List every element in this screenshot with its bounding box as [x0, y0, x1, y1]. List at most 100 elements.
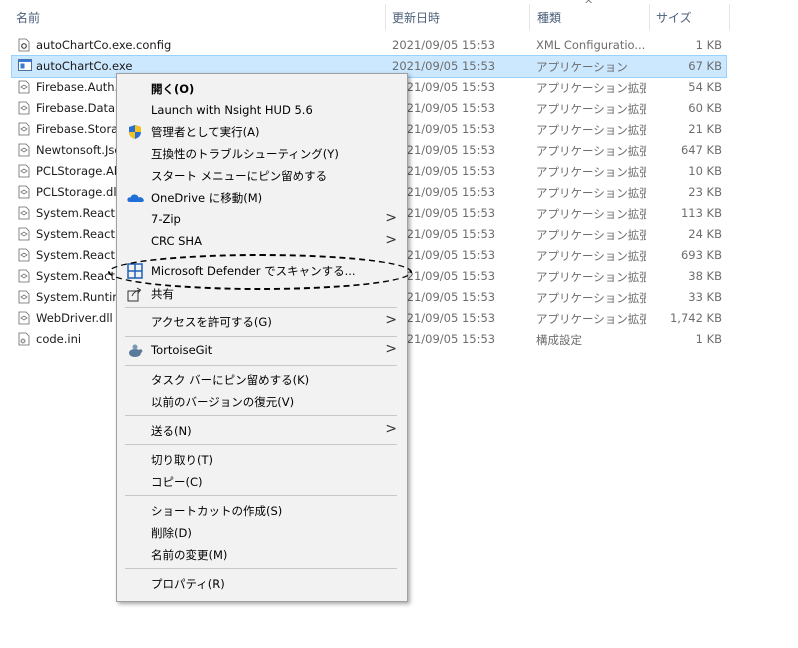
menu-item-label: 共有	[151, 287, 174, 301]
file-date: 2021/09/05 15:53	[392, 122, 496, 136]
column-name-header[interactable]: 名前	[16, 9, 40, 26]
column-size-header[interactable]: サイズ	[656, 9, 692, 26]
file-size: 60 KB	[688, 101, 722, 115]
dll-file-icon	[18, 311, 30, 325]
menu-item-restore-version[interactable]: 以前のバージョンの復元(V)	[117, 391, 407, 412]
menu-item-troubleshoot[interactable]: 互換性のトラブルシューティング(Y)	[117, 143, 407, 164]
dll-file-icon	[18, 164, 30, 178]
file-type: アプリケーション拡張	[536, 228, 646, 242]
dll-file-icon	[18, 122, 30, 136]
dll-file-icon	[18, 143, 30, 157]
menu-item-onedrive[interactable]: OneDrive に移動(M)	[117, 187, 407, 208]
dll-file-icon	[18, 290, 30, 304]
menu-item-label: 以前のバージョンの復元(V)	[151, 395, 295, 409]
menu-separator	[125, 365, 397, 366]
menu-item-delete[interactable]: 削除(D)	[117, 522, 407, 543]
file-type: アプリケーション拡張	[536, 186, 646, 200]
file-size: 1 KB	[695, 332, 722, 346]
column-date-header[interactable]: 更新日時	[392, 9, 440, 26]
menu-item-label: 互換性のトラブルシューティング(Y)	[151, 147, 339, 161]
file-size: 24 KB	[688, 227, 722, 241]
menu-item-label: 送る(N)	[151, 424, 192, 438]
file-size: 647 KB	[680, 143, 722, 157]
file-size: 33 KB	[688, 290, 722, 304]
menu-item-label: アクセスを許可する(G)	[151, 315, 272, 329]
file-type: アプリケーション拡張	[536, 270, 646, 284]
file-type: アプリケーション拡張	[536, 102, 646, 116]
file-row[interactable]: autoChartCo.exe.config 2021/09/05 15:53 XM…	[12, 35, 726, 56]
file-size: 38 KB	[688, 269, 722, 283]
defender-shield-icon	[127, 263, 143, 279]
file-date: 2021/09/05 15:53	[392, 59, 496, 73]
menu-item-pin-start[interactable]: スタート メニューにピン留めする	[117, 165, 407, 186]
file-size: 23 KB	[688, 185, 722, 199]
column-divider[interactable]	[529, 4, 530, 30]
menu-item-copy[interactable]: コピー(C)	[117, 471, 407, 492]
menu-item-run-as-admin[interactable]: 管理者として実行(A)	[117, 121, 407, 142]
file-date: 2021/09/05 15:53	[392, 248, 496, 262]
file-size: 1 KB	[695, 38, 722, 52]
column-divider[interactable]	[385, 4, 386, 30]
menu-item-label: 切り取り(T)	[151, 453, 213, 467]
menu-item-nsight[interactable]: Launch with Nsight HUD 5.6	[117, 100, 407, 121]
file-name: autoChartCo.exe	[36, 59, 133, 73]
file-name: autoChartCo.exe.config	[36, 38, 172, 52]
file-size: 10 KB	[688, 164, 722, 178]
menu-separator	[125, 336, 397, 337]
file-date: 2021/09/05 15:53	[392, 311, 496, 325]
sort-ascending-icon: ^	[584, 0, 594, 11]
file-size: 21 KB	[688, 122, 722, 136]
column-divider[interactable]	[729, 4, 730, 30]
menu-item-rename[interactable]: 名前の変更(M)	[117, 544, 407, 565]
menu-item-pin-taskbar[interactable]: タスク バーにピン留めする(K)	[117, 369, 407, 390]
menu-item-crc-sha[interactable]: CRC SHA >	[117, 231, 407, 252]
menu-item-send-to[interactable]: 送る(N) >	[117, 420, 407, 441]
menu-item-share[interactable]: 共有	[117, 283, 407, 304]
file-date: 2021/09/05 15:53	[392, 143, 496, 157]
menu-item-label: 削除(D)	[151, 526, 192, 540]
menu-item-label: コピー(C)	[151, 475, 203, 489]
column-type-header[interactable]: 種類	[537, 9, 561, 26]
file-date: 2021/09/05 15:53	[392, 38, 496, 52]
column-divider[interactable]	[649, 4, 650, 30]
menu-item-label: 開く(O)	[151, 82, 195, 96]
menu-item-label: TortoiseGit	[151, 343, 213, 357]
file-size: 1,742 KB	[669, 311, 722, 325]
file-type: アプリケーション	[536, 60, 628, 74]
file-date: 2021/09/05 15:53	[392, 206, 496, 220]
dll-file-icon	[18, 185, 30, 199]
menu-separator	[125, 568, 397, 569]
file-size: 113 KB	[680, 206, 722, 220]
menu-item-label: OneDrive に移動(M)	[151, 191, 263, 205]
file-type: アプリケーション拡張	[536, 81, 646, 95]
file-type: XML Configuratio...	[536, 38, 646, 52]
menu-item-label: 管理者として実行(A)	[151, 125, 260, 139]
menu-separator	[125, 307, 397, 308]
menu-item-properties[interactable]: プロパティ(R)	[117, 573, 407, 594]
uac-shield-icon	[127, 124, 143, 140]
menu-item-7zip[interactable]: 7-Zip >	[117, 209, 407, 230]
ini-file-icon	[18, 332, 30, 346]
dll-file-icon	[18, 80, 30, 94]
menu-item-label: Launch with Nsight HUD 5.6	[151, 103, 313, 117]
menu-item-label: ショートカットの作成(S)	[151, 504, 283, 518]
file-date: 2021/09/05 15:53	[392, 80, 496, 94]
dll-file-icon	[18, 227, 30, 241]
menu-item-open[interactable]: 開く(O)	[117, 78, 407, 99]
menu-separator	[125, 444, 397, 445]
menu-separator	[125, 495, 397, 496]
menu-item-create-shortcut[interactable]: ショートカットの作成(S)	[117, 500, 407, 521]
menu-item-give-access[interactable]: アクセスを許可する(G) >	[117, 311, 407, 332]
file-type: アプリケーション拡張	[536, 249, 646, 263]
file-date: 2021/09/05 15:53	[392, 185, 496, 199]
menu-item-label: 7-Zip	[151, 212, 181, 226]
menu-item-defender[interactable]: Microsoft Defender でスキャンする...	[117, 260, 407, 281]
chevron-right-icon: >	[385, 341, 397, 357]
file-type: アプリケーション拡張	[536, 312, 646, 326]
menu-item-tortoisegit[interactable]: TortoiseGit >	[117, 340, 407, 361]
menu-item-label: スタート メニューにピン留めする	[151, 169, 328, 183]
file-size: 54 KB	[688, 80, 722, 94]
menu-item-cut[interactable]: 切り取り(T)	[117, 449, 407, 470]
chevron-right-icon: >	[385, 421, 397, 437]
chevron-right-icon: >	[385, 232, 397, 248]
